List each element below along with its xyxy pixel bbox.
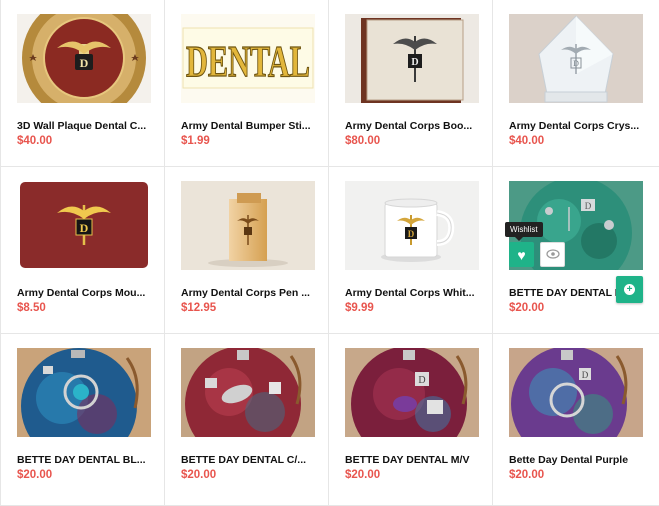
mouse-pad-image[interactable]: D (17, 181, 151, 270)
product-grid: D 3D Wall Plaque Dental C... $40.00 DENT… (0, 0, 659, 506)
product-title[interactable]: Army Dental Corps Crys... (509, 120, 649, 132)
svg-text:D: D (408, 229, 415, 239)
wishlist-tooltip: Wishlist (505, 222, 543, 241)
product-price: $20.00 (509, 302, 545, 314)
product-price: $20.00 (17, 469, 53, 481)
white-mug-image[interactable]: D (345, 181, 479, 270)
add-to-cart-button[interactable]: + (616, 276, 643, 303)
svg-text:D: D (80, 56, 89, 70)
product-price: $1.99 (181, 135, 210, 147)
pen-holder-image[interactable] (181, 181, 315, 270)
heart-icon: ♥ (517, 246, 526, 263)
wishlist-button[interactable]: ♥ (509, 242, 534, 267)
product-title[interactable]: Army Dental Corps Pen ... (181, 287, 321, 299)
product-price: $20.00 (181, 469, 217, 481)
product-card[interactable]: D 3D Wall Plaque Dental C... $40.00 (1, 0, 165, 167)
svg-text:D: D (582, 370, 589, 380)
svg-text:D: D (573, 59, 579, 68)
add-to-cart-icon: + (624, 284, 635, 295)
product-title[interactable]: Army Dental Corps Whit... (345, 287, 485, 299)
product-card[interactable]: D Army Dental Corps Whit... $9.99 (329, 167, 493, 334)
product-card[interactable]: D Bette Day Dental Purple $20.00 (493, 334, 659, 506)
product-card[interactable]: D BETTE DAY DENTAL B/G $20.00 Wishlist ♥… (493, 167, 659, 334)
product-price: $40.00 (17, 135, 53, 147)
product-price: $12.95 (181, 302, 217, 314)
product-card[interactable]: DENTAL Army Dental Bumper Sti... $1.99 (165, 0, 329, 167)
product-title[interactable]: Army Dental Corps Mou... (17, 287, 157, 299)
crystal-award-image[interactable]: D (509, 14, 643, 103)
wall-plaque-image[interactable]: D (17, 14, 151, 103)
product-title[interactable]: BETTE DAY DENTAL BL... (17, 454, 157, 466)
eye-icon (545, 248, 560, 262)
product-card[interactable]: D Army Dental Corps Boo... $80.00 (329, 0, 493, 167)
product-card[interactable]: BETTE DAY DENTAL BL... $20.00 (1, 334, 165, 506)
svg-text:D: D (418, 375, 425, 386)
quickview-button[interactable] (540, 242, 565, 267)
product-title[interactable]: Army Dental Bumper Sti... (181, 120, 321, 132)
product-title[interactable]: 3D Wall Plaque Dental C... (17, 120, 157, 132)
product-price: $20.00 (345, 469, 381, 481)
svg-text:D: D (80, 221, 89, 235)
product-card[interactable]: D Army Dental Corps Crys... $40.00 (493, 0, 659, 167)
bookend-image[interactable]: D (345, 14, 479, 103)
product-price: $40.00 (509, 135, 545, 147)
product-card[interactable]: Army Dental Corps Pen ... $12.95 (165, 167, 329, 334)
product-card[interactable]: D Army Dental Corps Mou... $8.50 (1, 167, 165, 334)
product-title[interactable]: BETTE DAY DENTAL C/... (181, 454, 321, 466)
product-card[interactable]: D BETTE DAY DENTAL M/V $20.00 (329, 334, 493, 506)
ornament-blue-image[interactable] (17, 348, 151, 437)
svg-text:D: D (411, 57, 418, 68)
product-price: $9.99 (345, 302, 374, 314)
product-title[interactable]: Bette Day Dental Purple (509, 454, 649, 466)
ornament-purple-image[interactable]: D (509, 348, 643, 437)
product-price: $80.00 (345, 135, 381, 147)
product-price: $20.00 (509, 469, 545, 481)
product-price: $8.50 (17, 302, 46, 314)
ornament-maroon-image[interactable]: D (345, 348, 479, 437)
product-card[interactable]: BETTE DAY DENTAL C/... $20.00 (165, 334, 329, 506)
bumper-sticker-text: DENTAL (186, 37, 310, 86)
ornament-red-image[interactable] (181, 348, 315, 437)
svg-text:D: D (585, 201, 592, 211)
bumper-sticker-image[interactable]: DENTAL (181, 14, 315, 103)
product-title[interactable]: Army Dental Corps Boo... (345, 120, 485, 132)
product-title[interactable]: BETTE DAY DENTAL M/V (345, 454, 485, 466)
